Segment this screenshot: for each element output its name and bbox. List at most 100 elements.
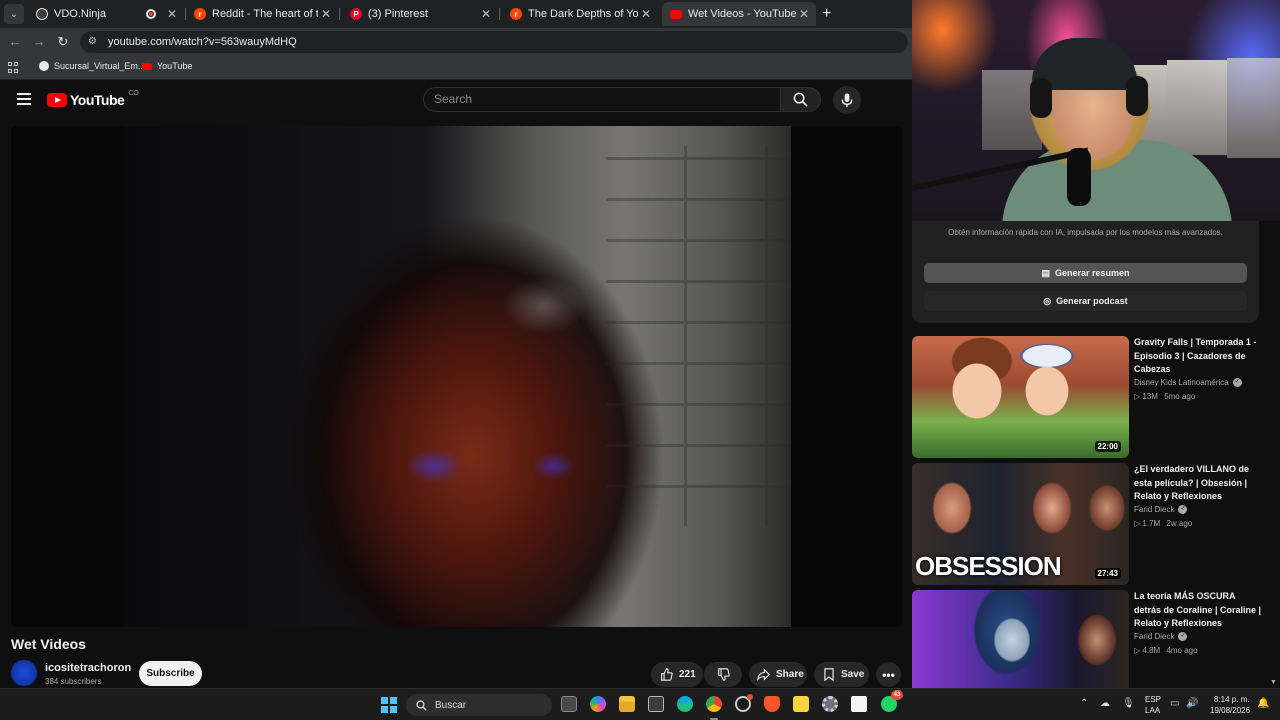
volume-icon[interactable]: 🔊: [1186, 698, 1198, 709]
channel-avatar[interactable]: [11, 660, 37, 686]
forward-arrow-icon[interactable]: →: [30, 33, 48, 51]
video-thumbnail[interactable]: OBSESSION 27:43: [912, 463, 1129, 585]
close-tab-icon[interactable]: ✕: [796, 7, 812, 21]
tray-overflow-chevron-icon[interactable]: ⌃: [1080, 698, 1088, 709]
recommendation-meta: ▷ 4.8M 4mo ago: [1134, 646, 1198, 655]
subscribe-button[interactable]: Subscribe: [139, 661, 202, 686]
clock-time[interactable]: 8:14 p. m.: [1214, 695, 1250, 704]
close-tab-icon[interactable]: ✕: [318, 7, 334, 21]
recommendation-channel[interactable]: Farid Dieck ✓: [1134, 632, 1188, 641]
settings-gear-icon[interactable]: [822, 696, 838, 712]
recommendation-channel[interactable]: Farid Dieck ✓: [1134, 505, 1188, 514]
recommendation-title[interactable]: ¿El verdadero VILLANO de esta película? …: [1134, 463, 1262, 504]
like-count: 221: [679, 669, 696, 680]
tab-search-chevron-icon[interactable]: ⌄: [4, 4, 24, 24]
recommendation-title[interactable]: Gravity Falls | Temporada 1 - Episodio 3…: [1134, 336, 1262, 377]
search-button[interactable]: [781, 87, 821, 112]
youtube-header: YouTube CO Search: [0, 81, 912, 119]
copilot-icon[interactable]: [590, 696, 606, 712]
task-view-icon[interactable]: [561, 696, 577, 712]
keyboard-layout[interactable]: LAA: [1145, 706, 1160, 715]
video-thumbnail[interactable]: 22:00: [912, 336, 1129, 458]
search-input[interactable]: Search: [423, 87, 781, 112]
share-button[interactable]: Share: [749, 662, 807, 687]
like-button[interactable]: 221: [651, 662, 703, 687]
recommendation-item[interactable]: La teoría MÁS OSCURA detrás de Coraline …: [912, 590, 1272, 688]
channel-label: Disney Kids Latinoamérica: [1134, 378, 1229, 387]
tab-pinterest[interactable]: P (3) Pinterest ✕: [342, 2, 498, 26]
scroll-down-arrow-icon[interactable]: ▼: [1270, 679, 1278, 687]
language-indicator[interactable]: ESP: [1145, 695, 1161, 704]
search-icon: [793, 92, 808, 107]
save-button[interactable]: Save: [814, 662, 869, 687]
tab-dark-depths[interactable]: r The Dark Depths of YouTube ✕: [502, 2, 658, 26]
tab-separator: [499, 8, 500, 20]
more-dots-icon: •••: [882, 667, 895, 682]
edge-icon[interactable]: [677, 696, 693, 712]
cloud-icon[interactable]: ☁: [1100, 698, 1110, 709]
tab-vdo-ninja[interactable]: VDO.Ninja ✕: [28, 2, 184, 26]
menu-icon[interactable]: [17, 93, 31, 105]
tab-title: VDO.Ninja: [54, 8, 106, 20]
thumbs-up-icon: [661, 668, 673, 681]
apps-grid-icon[interactable]: [8, 62, 19, 73]
podcast-icon: ◎: [1043, 295, 1052, 306]
video-brick-wall: [606, 146, 791, 526]
recommendation-item[interactable]: 22:00 Gravity Falls | Temporada 1 - Epis…: [912, 336, 1272, 458]
chrome-icon[interactable]: [706, 696, 722, 712]
recommendation-title[interactable]: La teoría MÁS OSCURA detrás de Coraline …: [1134, 590, 1262, 631]
generate-podcast-button[interactable]: ◎ Generar podcast: [924, 291, 1247, 311]
bookmark-youtube[interactable]: YouTube: [142, 61, 192, 71]
recording-icon: [146, 9, 156, 19]
network-icon[interactable]: ▭: [1170, 698, 1179, 709]
dislike-button[interactable]: [704, 662, 742, 687]
bookmark-save-icon: [824, 668, 834, 681]
recommendation-meta: ▷ 13M 5mo ago: [1134, 392, 1195, 401]
tab-title: The Dark Depths of YouTube: [528, 8, 638, 20]
microphone-icon[interactable]: 🎙: [1122, 698, 1135, 709]
upload-age: 4mo ago: [1166, 646, 1198, 655]
windows-start-icon[interactable]: [381, 697, 397, 713]
sticky-notes-icon[interactable]: [793, 696, 809, 712]
save-label: Save: [841, 669, 865, 680]
verified-check-icon: ✓: [1178, 632, 1188, 641]
generate-summary-button[interactable]: ▤ Generar resumen: [924, 263, 1247, 283]
notion-icon[interactable]: [851, 696, 867, 712]
youtube-logo[interactable]: YouTube CO: [47, 90, 139, 108]
notification-dot: [747, 694, 753, 700]
bookmark-sucursal[interactable]: Sucursal_Virtual_Em...: [39, 61, 145, 71]
voice-search-button[interactable]: [833, 86, 861, 114]
taskbar-search[interactable]: Buscar: [406, 694, 552, 716]
headphones-left: [1030, 78, 1052, 118]
tab-title: Reddit - The heart of the interne: [212, 8, 318, 20]
recommendation-channel[interactable]: Disney Kids Latinoamérica ✓: [1134, 378, 1242, 387]
channel-name[interactable]: icositetrachoron: [45, 662, 131, 674]
brave-icon[interactable]: [764, 696, 780, 712]
subscriber-count: 384 subscribers: [45, 677, 102, 686]
close-tab-icon[interactable]: ✕: [638, 7, 654, 21]
close-tab-icon[interactable]: ✕: [164, 7, 180, 21]
notifications-bell-icon[interactable]: 🔔: [1257, 698, 1269, 709]
verified-check-icon: ✓: [1232, 378, 1242, 387]
reload-icon[interactable]: ↻: [54, 33, 72, 51]
back-arrow-icon[interactable]: ←: [6, 33, 24, 51]
store-icon[interactable]: [648, 696, 664, 712]
new-tab-button[interactable]: +: [822, 5, 831, 23]
address-bar[interactable]: ⚙ youtube.com/watch?v=563wauyMdHQ: [80, 31, 908, 53]
ai-insights-panel: Obtén información rápida con IA, impulsa…: [912, 221, 1280, 325]
file-explorer-icon[interactable]: [619, 696, 635, 712]
browser-tab-bar: ⌄ VDO.Ninja ✕ r Reddit - The heart of th…: [0, 0, 912, 28]
more-actions-button[interactable]: •••: [876, 662, 901, 687]
video-thumbnail[interactable]: [912, 590, 1129, 688]
site-info-icon[interactable]: ⚙: [88, 36, 100, 48]
tab-reddit[interactable]: r Reddit - The heart of the interne ✕: [186, 2, 338, 26]
pinterest-icon: P: [350, 8, 362, 20]
tab-wet-videos[interactable]: Wet Videos - YouTube ✕: [662, 2, 816, 26]
video-player[interactable]: [11, 126, 902, 627]
podcast-label: Generar podcast: [1056, 296, 1128, 306]
bookmarks-bar: Sucursal_Virtual_Em... YouTube: [0, 56, 912, 80]
clock-date[interactable]: 19/08/2026: [1210, 706, 1250, 715]
close-tab-icon[interactable]: ✕: [478, 7, 494, 21]
bookmark-label: Sucursal_Virtual_Em...: [54, 61, 146, 71]
recommendation-item[interactable]: OBSESSION 27:43 ¿El verdadero VILLANO de…: [912, 463, 1272, 585]
